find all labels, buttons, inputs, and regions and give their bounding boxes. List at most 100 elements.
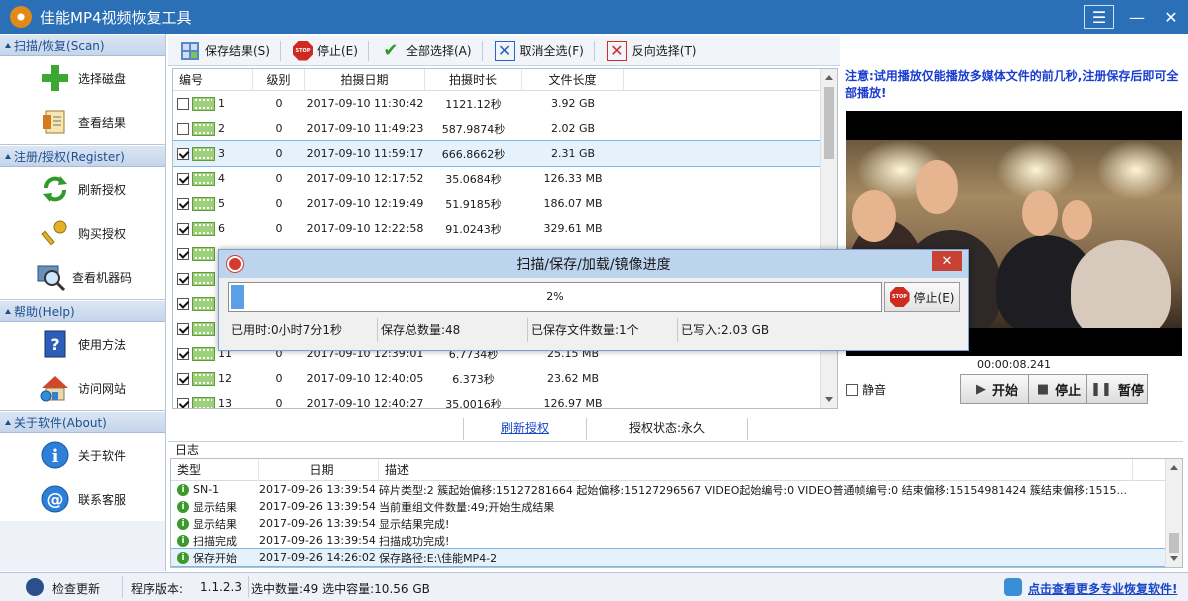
row-checkbox[interactable] <box>177 147 189 160</box>
sidebar-item-buy-license[interactable]: 购买授权 <box>0 211 165 255</box>
sidebar-item-visit-website[interactable]: 访问网站 <box>0 366 165 410</box>
table-row[interactable]: 6 0 2017-09-10 12:22:58 91.0243秒 329.61 MB <box>173 216 837 241</box>
row-checkbox[interactable] <box>177 372 189 385</box>
scroll-thumb[interactable] <box>824 87 834 159</box>
log-row[interactable]: i 显示结果 2017-09-26 13:39:54 当前重组文件数量:49;开始生成… <box>171 498 1182 515</box>
dialog-close-icon[interactable]: ✕ <box>932 251 962 271</box>
stop-video-label: 停止 <box>1055 383 1082 399</box>
log-desc: 显示结果完成! <box>379 517 450 531</box>
row-checkbox[interactable] <box>177 347 189 360</box>
minimize-icon[interactable]: — <box>1120 0 1154 34</box>
magnifier-icon <box>37 265 66 292</box>
log-column-header[interactable]: 日期 <box>259 459 379 481</box>
row-duration: 587.9874秒 <box>441 122 506 136</box>
sidebar-header-about[interactable]: 关于软件(About) <box>0 411 165 433</box>
license-bar: 刷新授权 授权状态:永久 <box>168 414 1183 442</box>
log-desc: 碎片类型:2 簇起始偏移:15127281664 起始偏移:1512729656… <box>379 483 1128 497</box>
promo-link[interactable]: 点击查看更多专业恢复软件! <box>1028 580 1177 597</box>
pause-button[interactable]: ❚❚ 暂停 <box>1086 374 1148 404</box>
row-level: 0 <box>275 97 283 110</box>
table-row[interactable]: 13 0 2017-09-10 12:40:27 35.0016秒 126.97 MB <box>173 391 837 409</box>
sidebar-item-how-to-use[interactable]: ? 使用方法 <box>0 322 165 366</box>
column-header[interactable]: 拍摄日期 <box>305 69 425 91</box>
sidebar-header-register[interactable]: 注册/授权(Register) <box>0 145 165 167</box>
menu-icon[interactable]: ☰ <box>1084 5 1114 29</box>
column-header[interactable]: 文件长度 <box>522 69 624 91</box>
toolbar-divider <box>481 40 483 61</box>
sidebar-item-machine-code[interactable]: 查看机器码 <box>0 255 165 299</box>
table-row[interactable]: 5 0 2017-09-10 12:19:49 51.9185秒 186.07 MB <box>173 191 837 216</box>
log-row[interactable]: i 保存开始 2017-09-26 14:26:02 保存路径:E:\佳能MP4-2 <box>171 548 1182 567</box>
sidebar-header-scan[interactable]: 扫描/恢复(Scan) <box>0 34 165 56</box>
row-id: 2 <box>218 122 225 135</box>
row-checkbox[interactable] <box>177 97 189 110</box>
sidebar: 扫描/恢复(Scan) 选择磁盘 查看结果 注册/授权(Register) 刷新… <box>0 34 166 571</box>
invert-selection-button[interactable]: ✕ 反向选择(T) <box>601 38 703 64</box>
row-id: 13 <box>218 397 232 409</box>
pause-icon: ❚❚ <box>1090 381 1112 397</box>
sidebar-item-label: 购买授权 <box>78 226 127 241</box>
stop-button[interactable]: STOP 停止(E) <box>287 38 364 64</box>
sidebar-section-help: 帮助(Help) ? 使用方法 访问网站 <box>0 300 165 411</box>
scroll-down-icon[interactable] <box>1170 556 1178 561</box>
row-checkbox[interactable] <box>177 197 189 210</box>
row-size: 2.31 GB <box>550 147 596 160</box>
column-header[interactable]: 级别 <box>253 69 305 91</box>
sidebar-item-contact-support[interactable]: @ 联系客服 <box>0 477 165 521</box>
row-checkbox[interactable] <box>177 247 189 260</box>
mute-checkbox-box[interactable] <box>846 383 858 396</box>
window-title: 佳能MP4视频恢复工具 <box>40 8 192 27</box>
play-button[interactable]: ▶ 开始 <box>960 374 1034 404</box>
scroll-up-icon[interactable] <box>825 75 833 80</box>
deselect-all-button[interactable]: ✕ 取消全选(F) <box>489 38 590 64</box>
svg-text:@: @ <box>47 490 64 510</box>
row-checkbox[interactable] <box>177 297 189 310</box>
log-type-cell: i SN-1 <box>171 483 259 496</box>
sidebar-item-select-disk[interactable]: 选择磁盘 <box>0 56 165 100</box>
table-row[interactable]: 12 0 2017-09-10 12:40:05 6.373秒 23.62 MB <box>173 366 837 391</box>
column-header[interactable]: 拍摄时长 <box>425 69 522 91</box>
mute-checkbox[interactable]: 静音 <box>846 381 886 398</box>
sidebar-item-about[interactable]: i 关于软件 <box>0 433 165 477</box>
sidebar-header-help[interactable]: 帮助(Help) <box>0 300 165 322</box>
log-row[interactable]: i SN-1 2017-09-26 13:39:54 碎片类型:2 簇起始偏移:151… <box>171 481 1182 498</box>
sidebar-item-label: 关于软件 <box>78 448 127 463</box>
log-row[interactable]: i 显示结果 2017-09-26 13:39:54 显示结果完成! <box>171 515 1182 532</box>
log-scrollbar[interactable] <box>1165 459 1182 567</box>
row-checkbox[interactable] <box>177 272 189 285</box>
check-update-button[interactable]: 检查更新 <box>52 580 100 597</box>
table-scrollbar[interactable] <box>820 69 837 408</box>
table-row[interactable]: 2 0 2017-09-10 11:49:23 587.9874秒 2.02 GB <box>173 116 837 141</box>
sidebar-item-view-results[interactable]: 查看结果 <box>0 100 165 144</box>
log-column-header[interactable]: 描述 <box>379 459 1133 481</box>
table-row[interactable]: 3 0 2017-09-10 11:59:17 666.8662秒 2.31 GB <box>173 140 837 167</box>
save-results-button[interactable]: 保存结果(S) <box>174 38 276 64</box>
scroll-thumb[interactable] <box>1169 533 1179 553</box>
save-results-label: 保存结果(S) <box>205 44 270 58</box>
dialog-stop-button[interactable]: STOP 停止(E) <box>884 282 960 312</box>
row-size: 126.33 MB <box>543 172 603 185</box>
row-checkbox[interactable] <box>177 397 189 408</box>
refresh-license-link[interactable]: 刷新授权 <box>464 414 586 442</box>
scroll-up-icon[interactable] <box>1170 465 1178 470</box>
table-row[interactable]: 1 0 2017-09-10 11:30:42 1121.12秒 3.92 GB <box>173 91 837 116</box>
sidebar-item-label: 选择磁盘 <box>78 71 127 86</box>
row-id: 4 <box>218 172 225 185</box>
film-strip-icon <box>192 371 215 386</box>
stop-video-button[interactable]: ■ 停止 <box>1028 374 1090 404</box>
row-checkbox[interactable] <box>177 322 189 335</box>
table-row[interactable]: 4 0 2017-09-10 12:17:52 35.0684秒 126.33 MB <box>173 166 837 191</box>
close-icon[interactable]: ✕ <box>1154 0 1188 34</box>
log-date: 2017-09-26 13:39:54 <box>259 500 376 513</box>
row-checkbox[interactable] <box>177 222 189 235</box>
log-row[interactable]: i 扫描完成 2017-09-26 13:39:54 扫描成功完成! <box>171 532 1182 549</box>
row-duration: 666.8662秒 <box>441 147 506 161</box>
sidebar-item-refresh-license[interactable]: 刷新授权 <box>0 167 165 211</box>
column-header[interactable]: 编号 <box>173 69 253 91</box>
log-column-header[interactable]: 类型 <box>171 459 259 481</box>
row-checkbox[interactable] <box>177 122 189 135</box>
row-checkbox[interactable] <box>177 172 189 185</box>
select-all-button[interactable]: ✔ 全部选择(A) <box>375 38 478 64</box>
dialog-title: 扫描/保存/加载/镜像进度 <box>516 257 671 273</box>
scroll-down-icon[interactable] <box>825 397 833 402</box>
